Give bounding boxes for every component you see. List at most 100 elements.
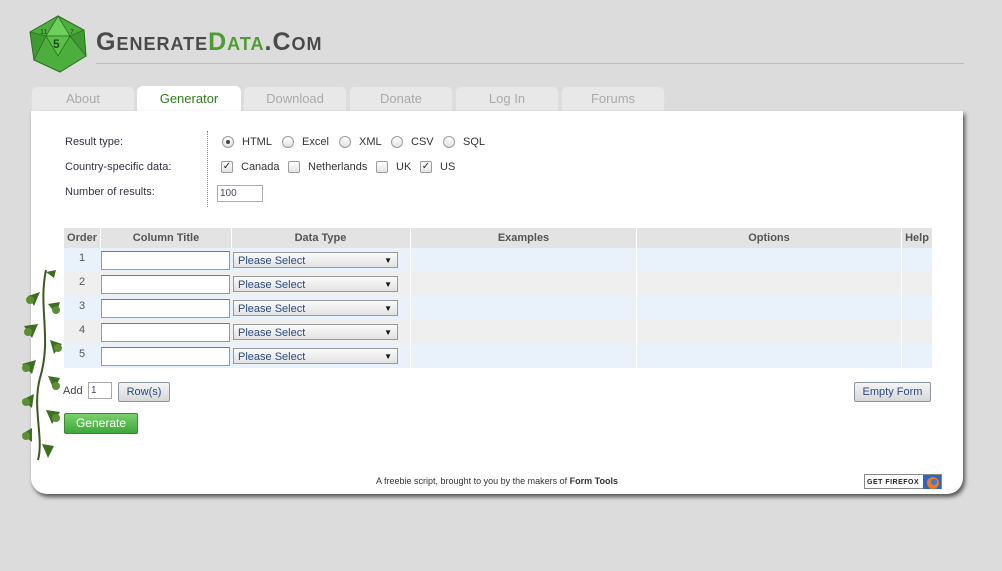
checkbox-us-label: US [440, 161, 456, 173]
radio-icon [282, 136, 294, 148]
radio-html-label: HTML [242, 136, 272, 148]
number-results-input[interactable]: 100 [217, 185, 263, 202]
dropdown-arrow-icon: ▼ [384, 280, 392, 289]
form-divider [207, 131, 208, 207]
ivy-decoration-icon [22, 269, 62, 461]
cell-divider [410, 344, 411, 368]
add-rows-button[interactable]: Row(s) [118, 382, 170, 402]
site-title-part3: .Com [264, 28, 323, 56]
cell-divider [410, 248, 411, 272]
header-data-type: Data Type [231, 228, 411, 248]
svg-text:5: 5 [53, 37, 60, 51]
cell-divider [636, 320, 637, 344]
cell-divider [901, 296, 902, 320]
radio-icon [443, 136, 455, 148]
data-type-select[interactable]: Please Select ▼ [233, 324, 398, 340]
empty-form-button[interactable]: Empty Form [854, 382, 931, 402]
radio-csv-label: CSV [411, 136, 434, 148]
tab-donate[interactable]: Donate [349, 86, 453, 111]
data-type-value: Please Select [238, 327, 306, 339]
tab-forums[interactable]: Forums [561, 86, 665, 111]
generator-panel: Result type: Country-specific data: Numb… [31, 111, 963, 494]
add-rows-input[interactable]: 1 [88, 382, 112, 399]
checkbox-netherlands-label: Netherlands [308, 161, 368, 173]
footer-text: A freebie script, brought to you by the … [376, 476, 568, 486]
footer-credit: A freebie script, brought to you by the … [31, 476, 963, 486]
form-tools-link[interactable]: Form Tools [570, 476, 618, 486]
dropdown-arrow-icon: ▼ [384, 304, 392, 313]
cell-divider [901, 248, 902, 272]
header-column-title: Column Title [101, 228, 232, 248]
cell-divider [901, 272, 902, 296]
row-order: 2 [78, 276, 86, 288]
generate-button[interactable]: Generate [64, 413, 138, 434]
cell-divider [636, 248, 637, 272]
checkbox-uk[interactable]: UK [376, 161, 411, 173]
checkbox-us[interactable]: ✓ US [420, 161, 455, 173]
data-type-select[interactable]: Please Select ▼ [233, 252, 398, 268]
column-title-input[interactable] [101, 275, 230, 294]
get-firefox-label: GET FIREFOX [867, 479, 920, 486]
table-row: 3 Please Select ▼ [64, 296, 932, 320]
svg-text:7: 7 [70, 29, 74, 36]
column-title-input[interactable] [101, 323, 230, 342]
row-order: 3 [78, 300, 86, 312]
header-help: Help [905, 232, 929, 244]
site-title-part1: Generate [96, 28, 209, 56]
checkmark-icon: ✓ [221, 161, 233, 173]
checkbox-canada[interactable]: ✓ Canada [221, 161, 280, 173]
site-title-part2: Data [208, 28, 265, 56]
radio-xml[interactable]: XML [339, 136, 382, 148]
cell-divider [636, 344, 637, 368]
data-type-value: Please Select [238, 255, 306, 267]
radio-icon [339, 136, 351, 148]
tab-login[interactable]: Log In [455, 86, 559, 111]
cell-divider [636, 272, 637, 296]
radio-excel[interactable]: Excel [282, 136, 329, 148]
radio-sql-label: SQL [463, 136, 486, 148]
cell-divider [901, 344, 902, 368]
checkbox-icon [288, 161, 300, 173]
checkbox-netherlands[interactable]: Netherlands [288, 161, 367, 173]
radio-selected-icon [222, 136, 234, 148]
checkbox-canada-label: Canada [241, 161, 280, 173]
number-results-label: Number of results: [65, 186, 155, 198]
data-type-value: Please Select [238, 351, 306, 363]
cell-divider [410, 320, 411, 344]
radio-sql[interactable]: SQL [443, 136, 485, 148]
table-row: 5 Please Select ▼ [64, 344, 932, 368]
header-options: Options [637, 228, 902, 248]
cell-divider [410, 296, 411, 320]
data-type-value: Please Select [238, 279, 306, 291]
column-title-input[interactable] [101, 299, 230, 318]
tab-about[interactable]: About [31, 86, 135, 111]
radio-xml-label: XML [359, 136, 382, 148]
tab-download[interactable]: Download [243, 86, 347, 111]
checkbox-uk-label: UK [396, 161, 412, 173]
cell-divider [901, 320, 902, 344]
cell-divider [636, 296, 637, 320]
column-title-input[interactable] [101, 347, 230, 366]
header-examples: Examples [411, 228, 637, 248]
cell-divider [410, 272, 411, 296]
table-row: 1 Please Select ▼ [64, 248, 932, 272]
d20-die-icon: 5 11 7 [29, 15, 87, 73]
country-data-label: Country-specific data: [65, 161, 172, 173]
firefox-icon [923, 475, 941, 489]
radio-html[interactable]: HTML [222, 136, 272, 148]
result-type-label: Result type: [65, 136, 124, 148]
checkmark-icon: ✓ [420, 161, 432, 173]
header-order: Order [64, 228, 101, 248]
radio-csv[interactable]: CSV [391, 136, 434, 148]
tab-generator[interactable]: Generator [137, 86, 241, 113]
data-type-select[interactable]: Please Select ▼ [233, 348, 398, 364]
data-type-select[interactable]: Please Select ▼ [233, 276, 398, 292]
data-type-select[interactable]: Please Select ▼ [233, 300, 398, 316]
get-firefox-badge[interactable]: GET FIREFOX [864, 474, 942, 489]
data-type-value: Please Select [238, 303, 306, 315]
column-title-input[interactable] [101, 251, 230, 270]
columns-table: Order Column Title Data Type Examples Op… [64, 228, 932, 368]
table-header: Order Column Title Data Type Examples Op… [64, 228, 932, 248]
row-order: 5 [78, 348, 86, 360]
site-title[interactable]: GenerateData.Com [96, 28, 323, 57]
